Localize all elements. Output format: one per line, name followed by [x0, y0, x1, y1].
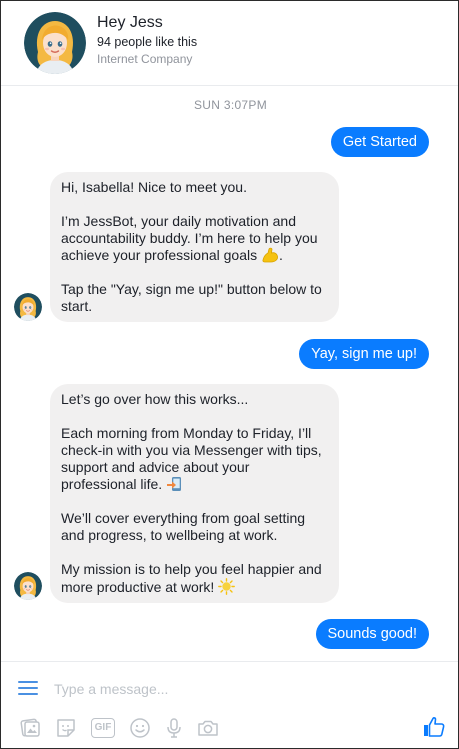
sticker-icon[interactable] [54, 716, 78, 740]
outgoing-message[interactable]: Yay, sign me up! [299, 339, 429, 369]
incoming-message[interactable]: Let’s go over how this works... Each mor… [50, 384, 339, 603]
message-text: My mission is to help you feel happier a… [61, 561, 322, 595]
thumbs-up-icon[interactable] [422, 715, 446, 739]
outgoing-message[interactable]: Get Started [330, 127, 429, 157]
phone-arrow-icon [167, 477, 182, 491]
messenger-window: Hey Jess 94 people like this Internet Co… [0, 0, 459, 749]
message-paragraph: We’ll cover everything from goal setting… [61, 510, 306, 543]
outgoing-message[interactable]: Sounds good! [315, 619, 429, 649]
avatar-image [14, 293, 42, 321]
gif-label: GIF [91, 718, 115, 738]
message-paragraph: Hi, Isabella! Nice to meet you. [61, 179, 247, 195]
sun-icon [218, 578, 236, 595]
avatar[interactable] [24, 12, 86, 74]
flexed-biceps-icon [262, 247, 278, 263]
conversation-header: Hey Jess 94 people like this Internet Co… [1, 1, 458, 86]
microphone-icon[interactable] [162, 716, 186, 740]
message-timestamp: SUN 3:07PM [193, 98, 268, 112]
avatar-image [14, 572, 42, 600]
camera-icon[interactable] [196, 716, 220, 740]
bot-avatar [14, 293, 42, 321]
bot-avatar [14, 572, 42, 600]
avatar-image [24, 12, 86, 74]
emoji-icon[interactable] [128, 716, 152, 740]
message-input[interactable] [54, 678, 384, 700]
message-composer: GIF [1, 661, 458, 748]
message-text: Each morning from Monday to Friday, I’ll… [61, 425, 322, 492]
page-likes: 94 people like this [97, 35, 198, 49]
incoming-message[interactable]: Hi, Isabella! Nice to meet you. I’m Jess… [50, 172, 339, 322]
message-paragraph: I’m JessBot, your daily motivation and a… [61, 213, 318, 263]
message-paragraph: Tap the "Yay, sign me up!" button below … [61, 281, 322, 314]
message-text: I’m JessBot, your daily motivation and a… [61, 213, 318, 263]
gif-icon[interactable]: GIF [90, 716, 116, 740]
image-icon[interactable] [18, 716, 42, 740]
page-title[interactable]: Hey Jess [97, 14, 163, 32]
page-category: Internet Company [97, 52, 193, 66]
message-paragraph: Each morning from Monday to Friday, I’ll… [61, 425, 328, 493]
message-paragraph: Let’s go over how this works... [61, 391, 249, 407]
message-paragraph: My mission is to help you feel happier a… [61, 561, 328, 596]
menu-icon[interactable] [18, 680, 38, 696]
